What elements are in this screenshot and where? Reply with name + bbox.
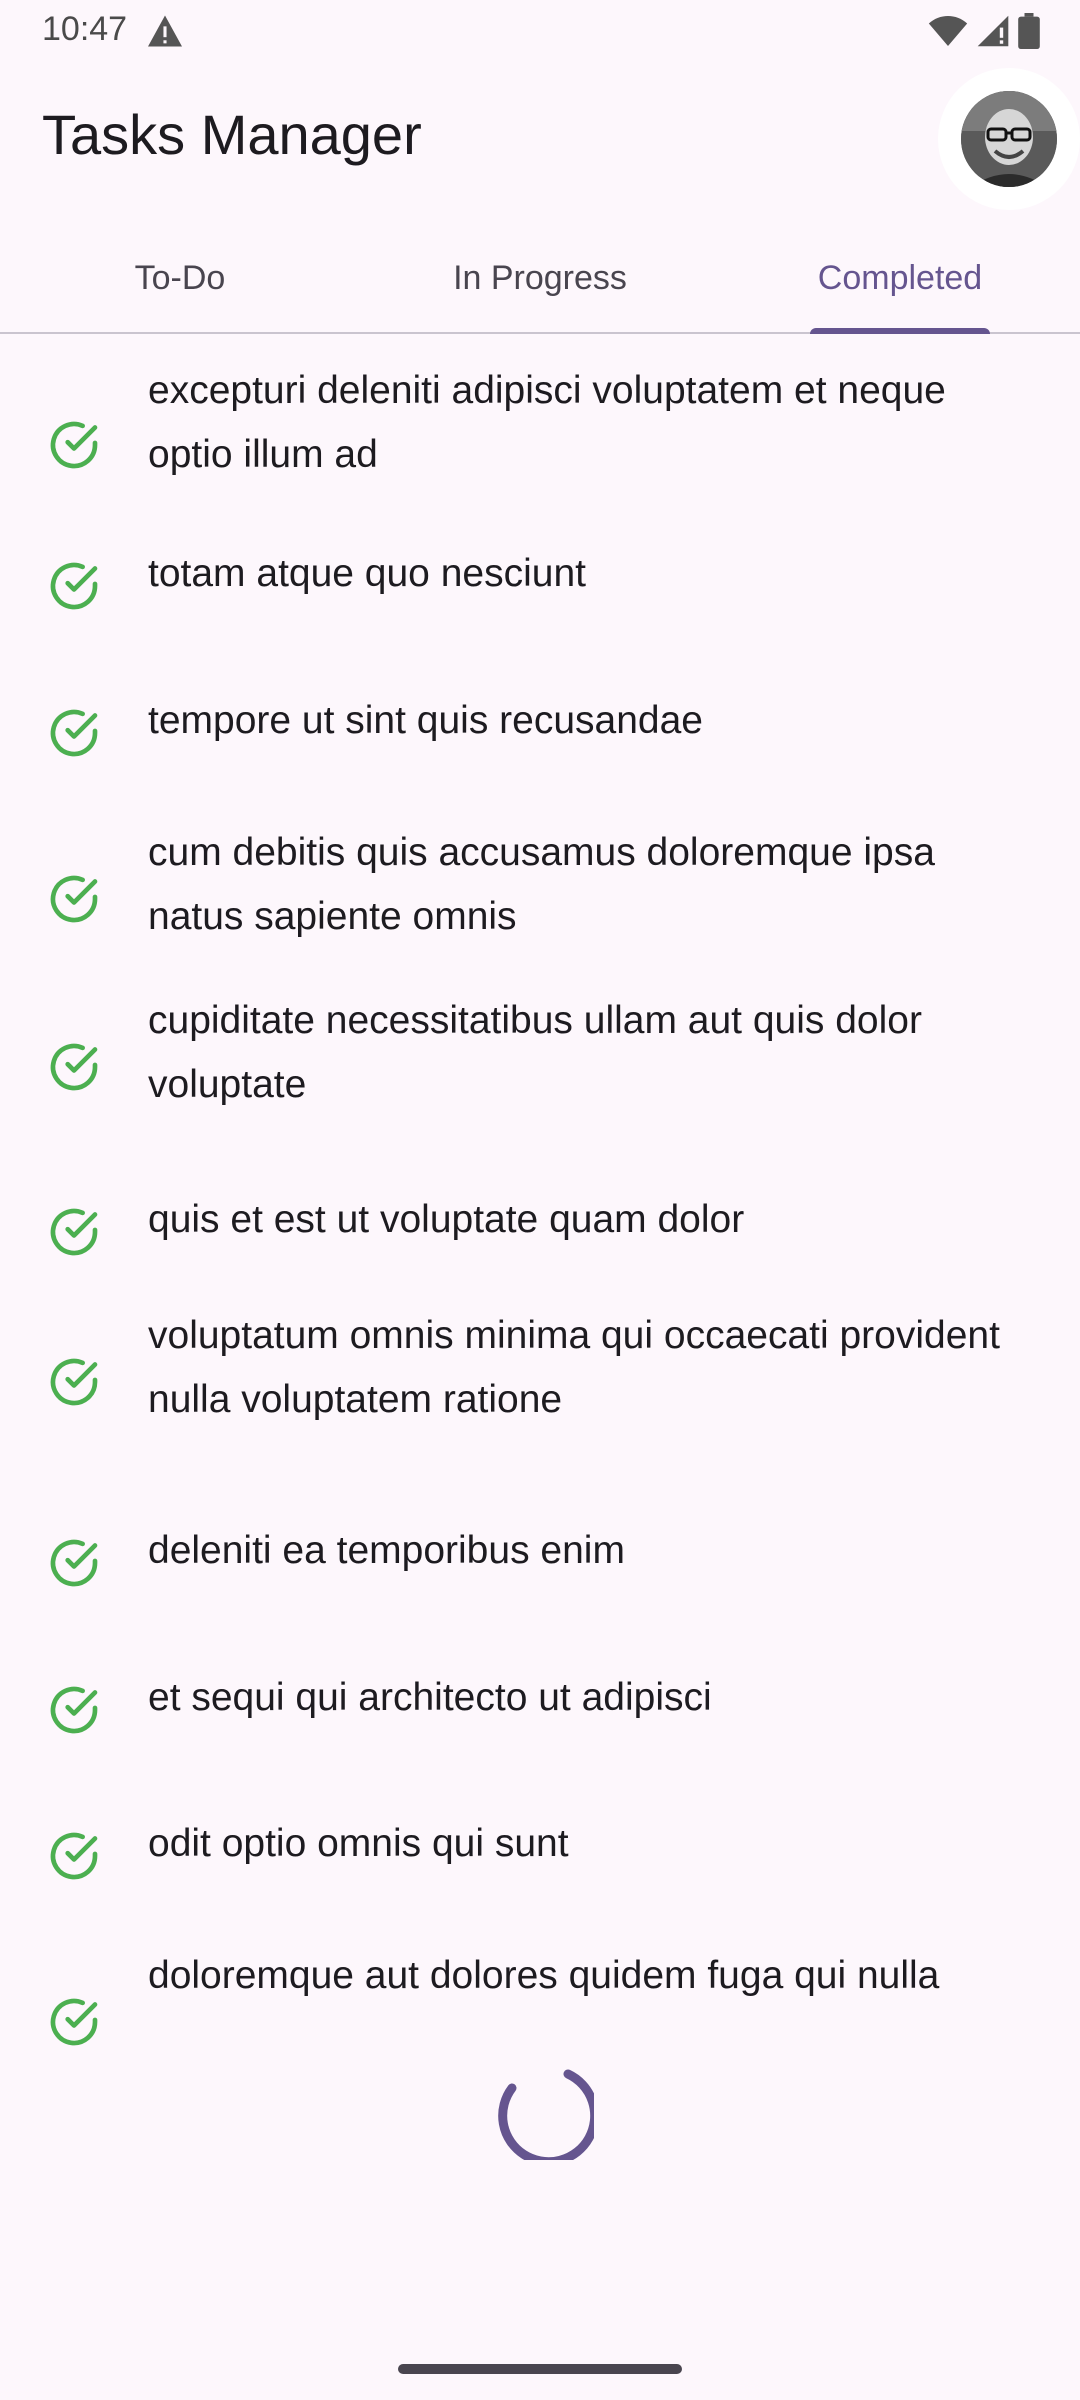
tab-label: To-Do (134, 258, 226, 297)
task-text: cum debitis quis accusamus doloremque ip… (148, 831, 935, 938)
check-circle-icon (50, 1832, 98, 1880)
status-icons (928, 12, 1040, 50)
task-text: totam atque quo nesciunt (148, 552, 586, 595)
page-title: Tasks Manager (42, 103, 422, 166)
task-text: tempore ut sint quis recusandae (148, 699, 703, 742)
check-circle-icon (50, 1686, 98, 1734)
signal-icon (977, 15, 1009, 47)
tab-label: In Progress (453, 258, 627, 297)
tab-to-do[interactable]: To-Do (0, 224, 360, 332)
profile-avatar-button[interactable] (938, 68, 1080, 210)
check-circle-icon (50, 1539, 98, 1587)
task-text: quis et est ut voluptate quam dolor (148, 1198, 745, 1241)
warning-icon (148, 15, 182, 47)
tab-indicator (810, 328, 990, 334)
check-circle-icon (50, 709, 98, 757)
tab-completed[interactable]: Completed (720, 224, 1080, 334)
task-text: deleniti ea temporibus enim (148, 1529, 625, 1572)
check-circle-icon (50, 1998, 98, 2046)
home-gesture-bar[interactable] (398, 2364, 682, 2374)
check-circle-icon (50, 562, 98, 610)
task-text: et sequi qui architecto ut adipisci (148, 1676, 712, 1719)
progress-spinner-icon (498, 2069, 594, 2160)
task-text: cupiditate necessitatibus ullam aut quis… (148, 999, 922, 1106)
battery-icon (1018, 13, 1040, 49)
check-circle-icon (50, 1208, 98, 1256)
task-text: odit optio omnis qui sunt (148, 1822, 569, 1865)
check-circle-icon (50, 421, 98, 469)
wifi-icon (928, 16, 968, 46)
check-circle-icon (50, 1358, 98, 1406)
avatar-image (961, 91, 1057, 187)
check-circle-icon (50, 875, 98, 923)
status-time: 10:47 (42, 10, 128, 48)
tab-label: Completed (817, 258, 983, 297)
check-circle-icon (50, 1043, 98, 1091)
task-text: doloremque aut dolores quidem fuga qui n… (148, 1954, 940, 1997)
tab-bar: To-Do In Progress Completed (0, 224, 1080, 334)
task-text: voluptatum omnis minima qui occaecati pr… (148, 1314, 1000, 1421)
status-bar: 10:47 (0, 0, 1080, 64)
avatar (961, 91, 1057, 187)
task-text: excepturi deleniti adipisci voluptatem e… (148, 369, 946, 476)
app-bar: Tasks Manager (0, 64, 1080, 210)
tab-in-progress[interactable]: In Progress (360, 224, 720, 332)
